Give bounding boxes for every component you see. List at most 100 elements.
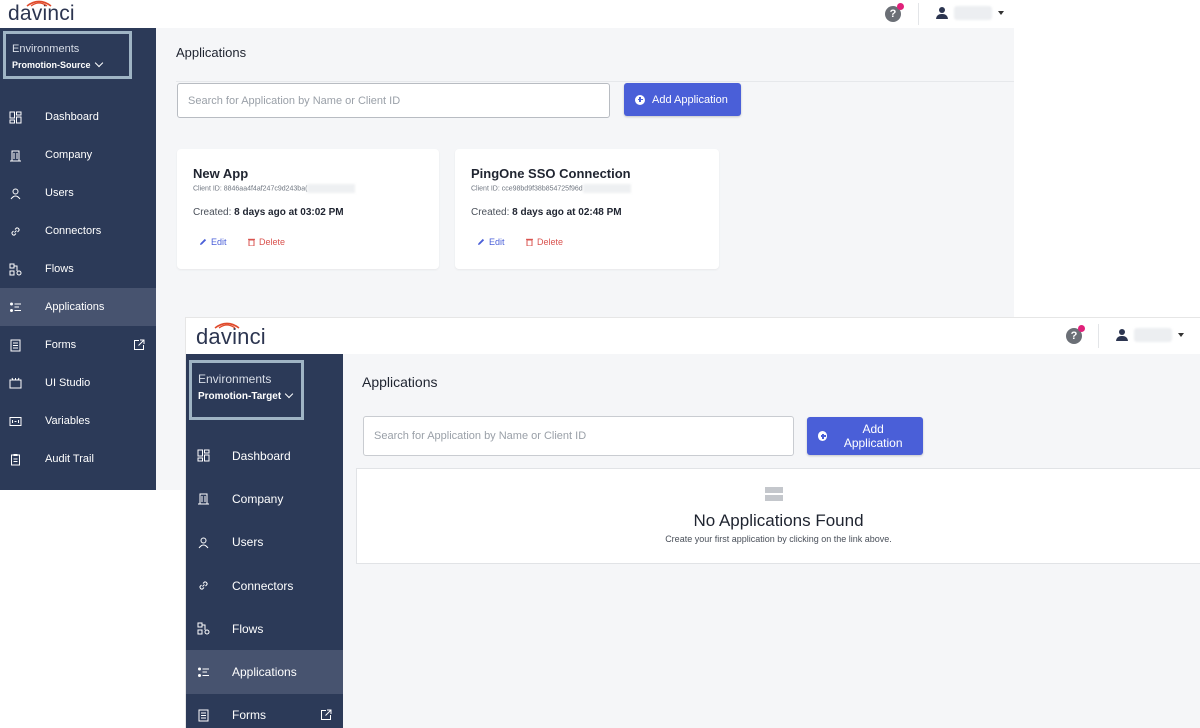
sidebar-item-applications[interactable]: Applications xyxy=(0,288,156,326)
delete-label: Delete xyxy=(537,237,564,247)
sidebar-item-dashboard[interactable]: Dashboard xyxy=(186,434,343,477)
application-name: New App xyxy=(193,166,249,181)
notification-dot xyxy=(1078,325,1085,332)
sidebar-item-audit-trail[interactable]: Audit Trail xyxy=(0,440,156,478)
application-name: PingOne SSO Connection xyxy=(471,166,631,181)
client-id-text: Client ID: 8846aa4f4af247c9d243ba( xyxy=(193,185,308,193)
search-input[interactable] xyxy=(363,416,794,456)
environment-name-text: Promotion-Source xyxy=(12,60,91,70)
environment-name-text: Promotion-Target xyxy=(198,391,282,402)
sidebar-item-label: Forms xyxy=(45,339,77,351)
sidebar-item-label: Company xyxy=(232,491,284,506)
forms-icon xyxy=(8,338,22,352)
help-icon[interactable]: ? xyxy=(1066,325,1085,344)
sidebar-item-dashboard[interactable]: Dashboard xyxy=(0,98,156,136)
variables-icon xyxy=(8,414,22,428)
link-icon xyxy=(8,224,22,238)
sidebar-item-connectors[interactable]: Connectors xyxy=(0,212,156,250)
edit-button[interactable]: Edit xyxy=(199,237,227,247)
forms-icon xyxy=(196,708,210,722)
target-environment-window: davinci ? Environments Promotion-Target … xyxy=(186,318,1200,728)
users-icon xyxy=(8,186,22,200)
sidebar-item-variables[interactable]: Variables xyxy=(0,402,156,440)
sidebar-item-label: UI Studio xyxy=(45,377,91,389)
caret-down-icon xyxy=(1178,333,1184,337)
sidebar: Environments Promotion-Source Dashboard C… xyxy=(0,28,156,490)
sidebar-item-connectors[interactable]: Connectors xyxy=(186,564,343,607)
add-application-label: Add Application xyxy=(843,422,903,450)
redacted-block xyxy=(307,184,356,193)
help-icon[interactable]: ? xyxy=(885,3,904,22)
dashboard-icon xyxy=(8,110,22,124)
search-input[interactable] xyxy=(177,83,610,118)
sidebar-item-users[interactable]: Users xyxy=(0,174,156,212)
sidebar-item-company[interactable]: Company xyxy=(0,136,156,174)
empty-state-subtitle: Create your first application by clickin… xyxy=(665,534,892,544)
user-name-redacted xyxy=(1134,328,1172,342)
dashboard-icon xyxy=(196,449,210,463)
sidebar-item-label: Applications xyxy=(45,301,105,313)
chevron-down-icon xyxy=(284,389,294,399)
sidebar-menu: Dashboard Company Users Connectors Flows Appl… xyxy=(186,434,343,728)
add-application-button[interactable]: Add Application xyxy=(624,83,741,116)
sidebar-item-label: Dashboard xyxy=(232,448,291,463)
environment-selector[interactable]: Environments Promotion-Source xyxy=(3,31,132,79)
environment-selector[interactable]: Environments Promotion-Target xyxy=(189,360,304,420)
page-title: Applications xyxy=(362,374,438,390)
client-id: Client ID: 8846aa4f4af247c9d243ba( xyxy=(193,184,356,193)
help-glyph: ? xyxy=(889,8,897,20)
sidebar-item-ui-studio[interactable]: UI Studio xyxy=(0,364,156,402)
main-content: Applications Add Application No Applicat… xyxy=(343,354,1200,728)
help-glyph: ? xyxy=(1070,330,1078,342)
applications-icon xyxy=(8,300,22,314)
delete-button[interactable]: Delete xyxy=(248,237,285,247)
edit-button[interactable]: Edit xyxy=(477,237,505,247)
delete-label: Delete xyxy=(259,237,286,247)
external-link-icon[interactable] xyxy=(320,709,332,721)
sidebar-item-flows[interactable]: Flows xyxy=(0,250,156,288)
user-icon xyxy=(1116,329,1128,341)
sidebar-item-label: Forms xyxy=(232,708,266,723)
sidebar-item-forms[interactable]: Forms xyxy=(186,694,343,728)
created-value: 8 days ago at 02:48 PM xyxy=(512,207,622,218)
created-value: 8 days ago at 03:02 PM xyxy=(234,207,344,218)
sidebar-item-label: Connectors xyxy=(45,225,102,237)
trash-icon xyxy=(526,238,533,246)
logo-arc-icon xyxy=(214,322,240,329)
company-icon xyxy=(8,148,22,162)
application-card: PingOne SSO Connection Client ID: cce98b… xyxy=(455,149,719,269)
logo-arc-icon xyxy=(26,0,52,7)
created-info: Created: 8 days ago at 02:48 PM xyxy=(471,207,622,218)
sidebar-item-users[interactable]: Users xyxy=(186,521,343,564)
link-icon xyxy=(196,579,210,593)
chevron-down-icon xyxy=(94,58,103,68)
davinci-logo[interactable]: davinci xyxy=(8,0,75,26)
edit-label: Edit xyxy=(211,237,227,247)
pencil-icon xyxy=(478,238,485,245)
sidebar-item-applications[interactable]: Applications xyxy=(186,650,343,694)
empty-state-title: No Applications Found xyxy=(693,511,864,530)
add-application-label: Add Application xyxy=(652,93,728,106)
ui-studio-icon xyxy=(8,376,22,390)
page-title: Applications xyxy=(176,45,247,60)
user-menu[interactable] xyxy=(1116,328,1184,342)
redacted-block xyxy=(582,184,631,193)
edit-label: Edit xyxy=(489,237,505,247)
environment-name[interactable]: Promotion-Source xyxy=(12,58,103,70)
sidebar-item-company[interactable]: Company xyxy=(186,477,343,520)
delete-button[interactable]: Delete xyxy=(526,237,563,247)
sidebar-item-label: Company xyxy=(45,149,93,161)
user-menu[interactable] xyxy=(936,6,1004,20)
sidebar-item-flows[interactable]: Flows xyxy=(186,607,343,650)
davinci-logo[interactable]: davinci xyxy=(196,322,266,350)
sidebar-item-label: Flows xyxy=(45,263,74,275)
sidebar-item-label: Flows xyxy=(232,621,264,636)
caret-down-icon xyxy=(998,11,1004,15)
sidebar-item-label: Dashboard xyxy=(45,111,99,123)
external-link-icon[interactable] xyxy=(133,339,145,351)
sidebar-item-forms[interactable]: Forms xyxy=(0,326,156,364)
environment-name[interactable]: Promotion-Target xyxy=(198,389,294,402)
add-application-button[interactable]: Add Application xyxy=(807,417,923,455)
sidebar-item-label: Applications xyxy=(232,665,297,680)
client-id-text: Client ID: cce98bd9f38b854725f96d xyxy=(471,185,583,193)
